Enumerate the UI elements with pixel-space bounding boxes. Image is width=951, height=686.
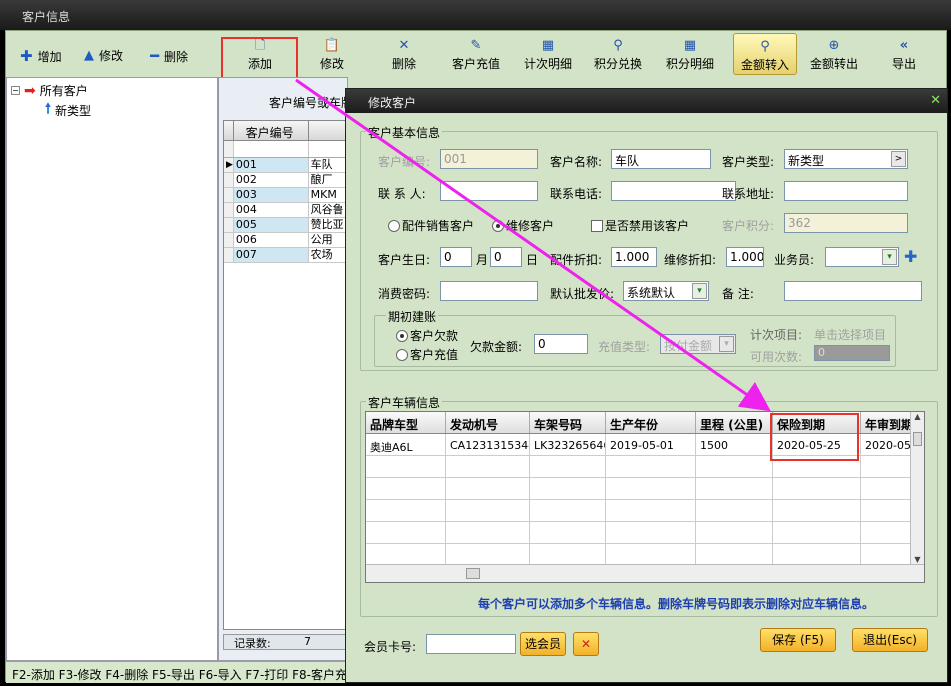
annotation-arrow: [295, 78, 771, 412]
